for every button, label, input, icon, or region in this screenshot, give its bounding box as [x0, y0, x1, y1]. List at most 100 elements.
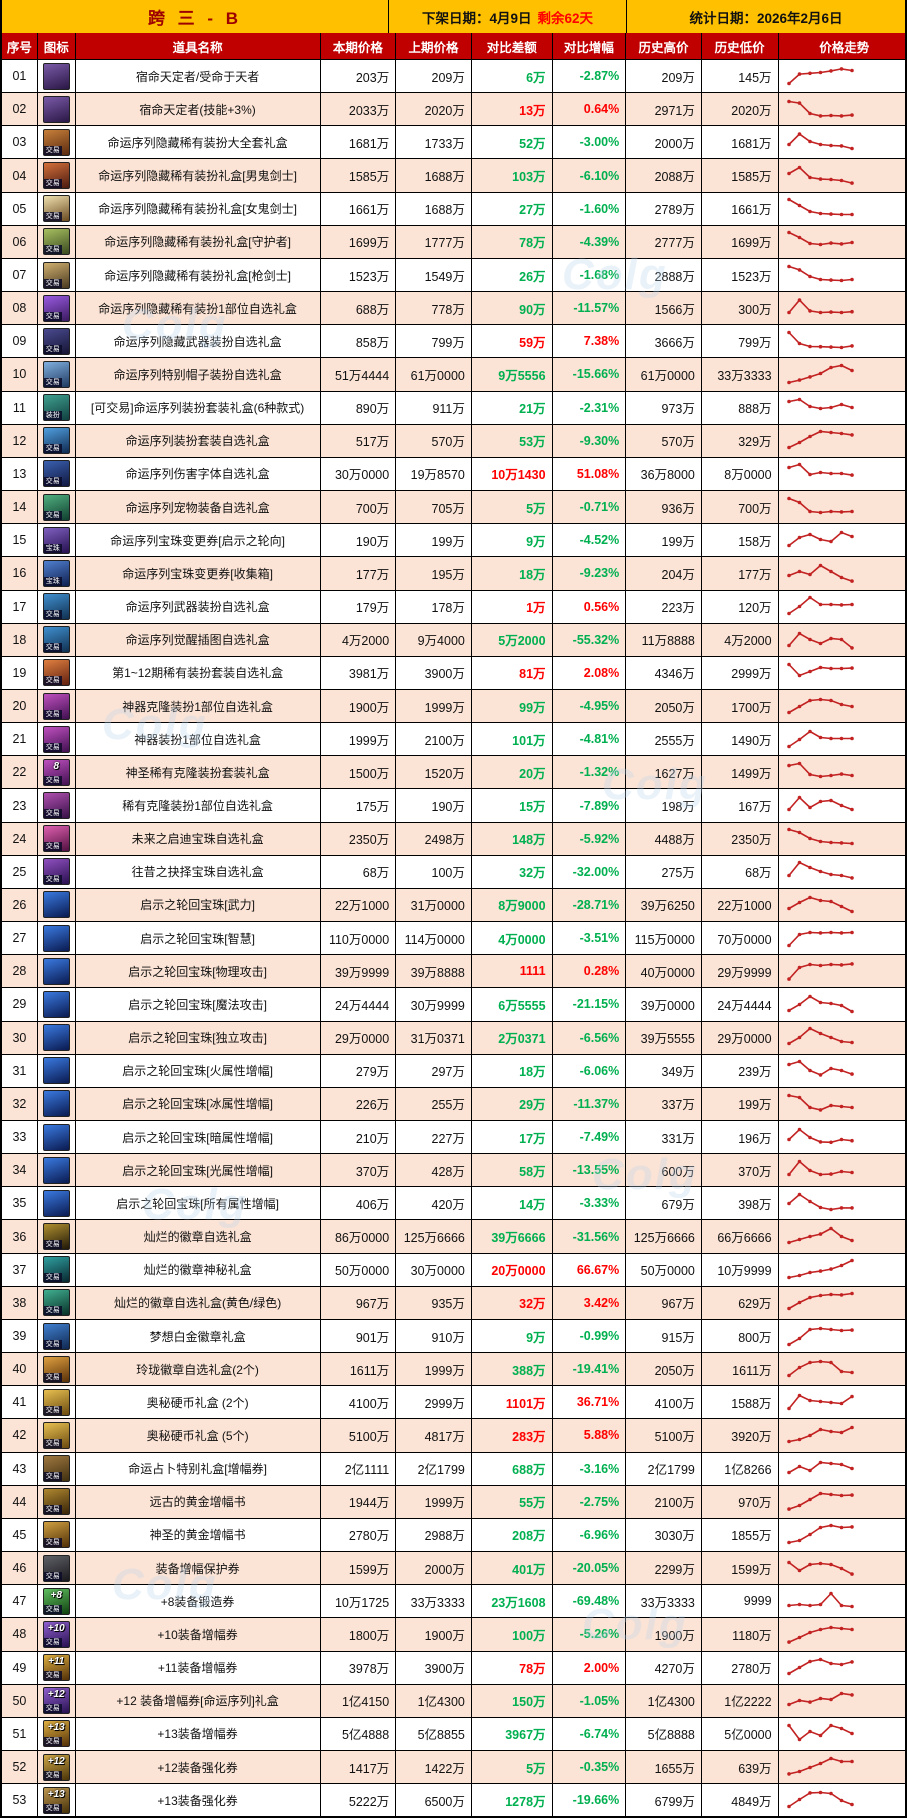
history-high: 349万 — [626, 1054, 702, 1087]
table-row[interactable]: 46 交易 装备增幅保护券 1599万 2000万 401万 -20.05% 2299万 159… — [2, 1552, 905, 1586]
table-row[interactable]: 39 交易 梦想白金徽章礼盒 901万 910万 9万 -0.99% 915万 800万 — [2, 1319, 905, 1354]
item-icon: 交易 — [42, 1289, 70, 1317]
table-row[interactable]: 34 启示之轮回宝珠[光属性增幅] 370万 428万 58万 -13.55% 600万 37… — [2, 1154, 905, 1188]
price-change-pct: 66.67% — [553, 1253, 627, 1286]
table-row[interactable]: 23 交易 稀有克隆装扮1部位自选礼盒 175万 190万 15万 -7.89% 198万 16… — [2, 789, 905, 823]
row-number: 17 — [2, 590, 38, 623]
price-change-pct: -3.51% — [553, 922, 627, 955]
history-high: 2088万 — [626, 159, 702, 192]
icon-trade-badge: 交易 — [43, 212, 62, 222]
price-diff: 148万 — [472, 822, 553, 855]
table-row[interactable]: 03 交易 命运序列隐藏稀有装扮大全套礼盒 1681万 1733万 52万 -3.00% 20… — [2, 126, 905, 160]
table-row[interactable]: 09 交易 命运序列隐藏武器装扮自选礼盒 858万 799万 59万 7.38% 3666万 7… — [2, 325, 905, 359]
icon-trade-badge: 交易 — [43, 643, 62, 653]
item-name: 启示之轮回宝珠[独立攻击] — [76, 1021, 321, 1054]
row-number: 45 — [2, 1518, 38, 1552]
item-name: +10装备增幅券 — [76, 1618, 321, 1651]
table-row[interactable]: 29 启示之轮回宝珠[魔法攻击] 24万4444 30万9999 6万5555 -21.1… — [2, 988, 905, 1022]
table-row[interactable]: 44 交易 远古的黄金增幅书 1944万 1999万 55万 -2.75% 2100万 970万 — [2, 1485, 905, 1519]
table-row[interactable]: 45 交易 神圣的黄金增幅书 2780万 2988万 208万 -6.96% 3030万 185… — [2, 1518, 905, 1553]
history-low: 29万9999 — [702, 955, 779, 988]
previous-price: 61万0000 — [396, 358, 472, 391]
price-diff: 18万 — [472, 1054, 553, 1087]
current-price: 1999万 — [321, 723, 397, 756]
table-row[interactable]: 17 交易 命运序列武器装扮自选礼盒 179万 178万 1万 0.56% 223万 120万 — [2, 590, 905, 624]
previous-price: 778万 — [396, 292, 472, 325]
table-row[interactable]: 11 装扮 [可交易]命运序列装扮套装礼盒(6种款式) 890万 911万 21万 -2.3… — [2, 391, 905, 425]
table-row[interactable]: 19 交易 第1~12期稀有装扮套装自选礼盒 3981万 3900万 81万 2.08% 43… — [2, 656, 905, 690]
table-row[interactable]: 10 交易 命运序列特别帽子装扮自选礼盒 51万4444 61万0000 9万5556 -1… — [2, 358, 905, 392]
table-row[interactable]: 33 启示之轮回宝珠[暗属性增幅] 210万 227万 17万 -7.49% 331万 196… — [2, 1121, 905, 1155]
previous-price: 705万 — [396, 491, 472, 524]
table-row[interactable]: 24 交易 未来之启迪宝珠自选礼盒 2350万 2498万 148万 -5.92% 4488万… — [2, 822, 905, 856]
table-row[interactable]: 05 交易 命运序列隐藏稀有装扮礼盒[女鬼剑士] 1661万 1688万 27万 -1.60… — [2, 192, 905, 226]
row-number: 05 — [2, 192, 38, 225]
table-row[interactable]: 41 交易 奥秘硬币礼盒 (2个) 4100万 2999万 1101万 36.71% 4100… — [2, 1386, 905, 1420]
price-change-pct: -0.71% — [553, 491, 627, 524]
price-diff: 5万2000 — [472, 623, 553, 656]
item-icon: 交易 — [42, 1223, 70, 1251]
table-row[interactable]: 01 宿命天定者/受命于天者 203万 209万 6万 -2.87% 209万 145万 — [2, 60, 905, 94]
item-name: 命运序列隐藏稀有装扮礼盒[女鬼剑士] — [76, 192, 321, 225]
table-row[interactable]: 35 启示之轮回宝珠[所有属性增幅] 406万 420万 14万 -3.33% 679万 39… — [2, 1187, 905, 1221]
table-row[interactable]: 12 交易 命运序列装扮套装自选礼盒 517万 570万 53万 -9.30% 570万 329… — [2, 424, 905, 458]
table-row[interactable]: 40 交易 玲珑徽章自选礼盒(2个) 1611万 1999万 388万 -19.41% 205… — [2, 1353, 905, 1387]
row-number: 19 — [2, 656, 38, 689]
price-trend-sparkline — [779, 259, 905, 291]
table-row[interactable]: 48 +10 交易 +10装备增幅券 1800万 1900万 100万 -5.26% 1900万… — [2, 1618, 905, 1652]
history-low: 1611万 — [702, 1353, 779, 1386]
history-high: 331万 — [626, 1121, 702, 1154]
table-row[interactable]: 22 8 交易 神圣稀有克隆装扮套装礼盒 1500万 1520万 20万 -1.32% 1627… — [2, 756, 905, 790]
table-row[interactable]: 26 启示之轮回宝珠[武力] 22万1000 31万0000 8万9000 -28.71%… — [2, 888, 905, 923]
history-high: 39万5555 — [626, 1021, 702, 1054]
table-row[interactable]: 04 交易 命运序列隐藏稀有装扮礼盒[男鬼剑士] 1585万 1688万 103万 -6.1… — [2, 159, 905, 193]
table-row[interactable]: 50 +12 交易 +12 装备增幅券[命运序列]礼盒 1亿4150 1亿4300 150万… — [2, 1684, 905, 1718]
table-row[interactable]: 36 交易 灿烂的徽章自选礼盒 86万0000 125万6666 39万6666 -31.5… — [2, 1220, 905, 1254]
history-low: 1661万 — [702, 192, 779, 225]
item-icon — [42, 95, 70, 123]
price-trend-sparkline — [779, 591, 905, 623]
offshelf-info: 下架日期： 4月9日 剩余62天 — [389, 0, 627, 33]
table-row[interactable]: 07 交易 命运序列隐藏稀有装扮礼盒[枪剑士] 1523万 1549万 26万 -1.68%… — [2, 258, 905, 293]
item-name: 神圣稀有克隆装扮套装礼盒 — [76, 756, 321, 789]
price-trend-sparkline — [779, 624, 905, 656]
table-row[interactable]: 14 交易 命运序列宠物装备自选礼盒 700万 705万 5万 -0.71% 936万 700万 — [2, 491, 905, 525]
table-row[interactable]: 32 启示之轮回宝珠[冰属性增幅] 226万 255万 29万 -11.37% 337万 19… — [2, 1087, 905, 1121]
history-high: 3030万 — [626, 1518, 702, 1552]
table-row[interactable]: 06 交易 命运序列隐藏稀有装扮礼盒[守护者] 1699万 1777万 78万 -4.39%… — [2, 225, 905, 259]
table-row[interactable]: 43 交易 命运占卜特别礼盒[增幅券] 2亿1111 2亿1799 688万 -3.16% 2… — [2, 1452, 905, 1486]
table-row[interactable]: 08 交易 命运序列隐藏稀有装扮1部位自选礼盒 688万 778万 90万 -11.57% 1… — [2, 292, 905, 326]
table-row[interactable]: 42 交易 奥秘硬币礼盒 (5个) 5100万 4817万 283万 5.88% 5100万 3… — [2, 1419, 905, 1453]
table-row[interactable]: 51 +13 交易 +13装备增幅券 5亿4888 5亿8855 3967万 -6.74% 5亿… — [2, 1717, 905, 1751]
table-row[interactable]: 21 交易 神器装扮1部位自选礼盒 1999万 2100万 101万 -4.81% 2555万… — [2, 723, 905, 757]
table-row[interactable]: 28 启示之轮回宝珠[物理攻击] 39万9999 39万8888 1111 0.28% 40… — [2, 955, 905, 989]
table-row[interactable]: 20 交易 神器克隆装扮1部位自选礼盒 1900万 1999万 99万 -4.95% 2050… — [2, 689, 905, 724]
table-row[interactable]: 25 交易 往昔之抉择宝珠自选礼盒 68万 100万 32万 -32.00% 275万 68万 — [2, 855, 905, 889]
table-row[interactable]: 37 交易 灿烂的徽章神秘礼盒 50万0000 30万0000 20万0000 66.67%… — [2, 1253, 905, 1287]
price-diff: 26万 — [472, 258, 553, 292]
history-high: 115万0000 — [626, 922, 702, 955]
item-name: +11装备增幅券 — [76, 1651, 321, 1684]
item-name: 命运序列宠物装备自选礼盒 — [76, 491, 321, 524]
row-number: 38 — [2, 1286, 38, 1319]
table-row[interactable]: 02 宿命天定者(技能+3%) 2033万 2020万 13万 0.64% 2971万 202… — [2, 93, 905, 127]
table-row[interactable]: 16 宝珠 命运序列宝珠变更券[收集箱] 177万 195万 18万 -9.23% 204万 1… — [2, 557, 905, 591]
table-row[interactable]: 49 +11 交易 +11装备增幅券 3978万 3900万 78万 2.00% 4270万 27… — [2, 1651, 905, 1685]
price-change-pct: 0.56% — [553, 590, 627, 623]
table-row[interactable]: 18 交易 命运序列觉醒插图自选礼盒 4万2000 9万4000 5万2000 -55.32… — [2, 623, 905, 657]
item-icon-cell: 交易 — [38, 225, 76, 258]
price-change-pct: -5.26% — [553, 1618, 627, 1651]
table-row[interactable]: 13 交易 命运序列伤害字体自选礼盒 30万0000 19万8570 10万1430 51.… — [2, 457, 905, 492]
table-row[interactable]: 53 +13 交易 +13装备强化券 5222万 6500万 1278万 -19.66% 679… — [2, 1784, 905, 1818]
table-row[interactable]: 47 +8 交易 +8装备锻造券 10万1725 33万3333 23万1608 -69.48… — [2, 1585, 905, 1619]
table-row[interactable]: 31 启示之轮回宝珠[火属性增幅] 279万 297万 18万 -6.06% 349万 239… — [2, 1054, 905, 1088]
item-icon-cell: +12 交易 — [38, 1684, 76, 1717]
table-row[interactable]: 38 交易 灿烂的徽章自选礼盒(黄色/绿色) 967万 935万 32万 3.42% 967万… — [2, 1286, 905, 1320]
table-row[interactable]: 15 宝珠 命运序列宝珠变更券[启示之轮向] 190万 199万 9万 -4.52% 199万… — [2, 524, 905, 558]
item-name: 命运序列隐藏稀有装扮1部位自选礼盒 — [76, 292, 321, 325]
table-row[interactable]: 30 启示之轮回宝珠[独立攻击] 29万0000 31万0371 2万0371 -6.56… — [2, 1021, 905, 1055]
item-icon — [42, 1024, 70, 1052]
price-change-pct: -6.56% — [553, 1021, 627, 1054]
table-row[interactable]: 52 +12 交易 +12装备强化券 1417万 1422万 5万 -0.35% 1655万 63… — [2, 1750, 905, 1785]
table-row[interactable]: 27 启示之轮回宝珠[智慧] 110万0000 114万0000 4万0000 -3.51… — [2, 922, 905, 956]
